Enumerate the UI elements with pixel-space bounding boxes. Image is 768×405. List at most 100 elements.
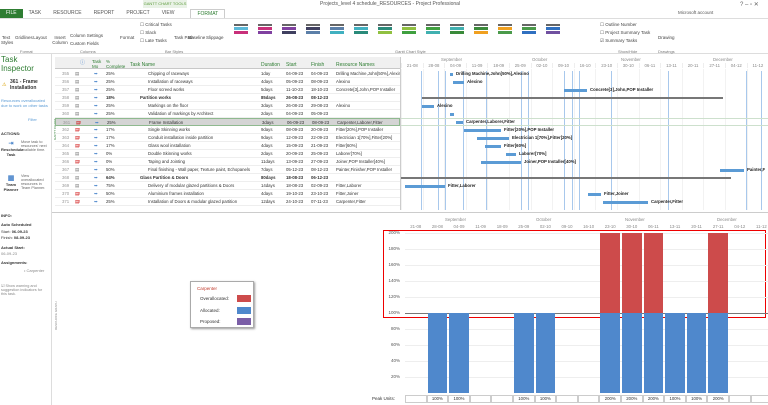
gantt-style-swatch[interactable]: [496, 23, 514, 43]
dependency-link: [421, 71, 422, 210]
tab-project[interactable]: PROJECT: [120, 9, 155, 18]
tab-format[interactable]: FORMAT: [190, 9, 226, 18]
assignment-item[interactable]: • Carpenter: [24, 268, 44, 273]
task-bar[interactable]: [506, 153, 516, 156]
resource-names: Drilling Machine,John[50%],Alexino: [336, 71, 400, 76]
show-warning-checkbox[interactable]: ☑ Show warning and suggestion indicators…: [1, 283, 47, 296]
gantt-style-swatch[interactable]: [328, 23, 346, 43]
table-row[interactable]: 361 25% Frame Installation 3days 06-09-23 08-…: [55, 118, 400, 126]
late-tasks-checkbox[interactable]: ☐ Late Tasks: [140, 38, 167, 44]
task-bar[interactable]: [485, 145, 501, 148]
header-duration[interactable]: Duration: [261, 62, 280, 68]
task-indicator-icon: ▤!: [75, 127, 81, 132]
table-row[interactable]: 360 25% Validation of markings by Architec…: [55, 110, 400, 118]
team-planner-button[interactable]: ▦ Team Planner: [1, 174, 21, 192]
peak-units-cell: 100%: [664, 395, 686, 403]
task-bar[interactable]: [720, 169, 744, 172]
column-settings-button[interactable]: Column Settings: [70, 33, 103, 38]
tab-file[interactable]: FILE: [0, 9, 23, 18]
task-bar[interactable]: [481, 161, 521, 164]
slack-checkbox[interactable]: ☐ Slack: [140, 30, 156, 36]
gridlines-button[interactable]: Gridlines: [15, 35, 33, 40]
header-finish[interactable]: Finish: [311, 62, 324, 68]
table-row[interactable]: 362 17% Single Skinning works 9days 08-09-23…: [55, 126, 400, 134]
slippage-button[interactable]: Slippage: [206, 35, 224, 40]
layout-button[interactable]: Layout: [33, 35, 47, 40]
table-row[interactable]: 359 25% Markings on the floor 3days 26-08-23…: [55, 102, 400, 110]
peak-units-cell: [729, 395, 751, 403]
custom-fields-button[interactable]: Custom Fields: [70, 41, 99, 46]
gantt-style-swatch[interactable]: [424, 23, 442, 43]
task-bar[interactable]: [422, 105, 434, 108]
table-row[interactable]: 355 25% Chipping of raceways 1day 04-09-23 04…: [55, 70, 400, 78]
gantt-style-swatch[interactable]: [232, 23, 250, 43]
task-bar[interactable]: [564, 89, 587, 92]
window-controls[interactable]: ? – ▫ ✕: [740, 1, 759, 8]
table-row[interactable]: 368 64% Glass Partition & Doors 80days 18-08…: [55, 174, 400, 182]
summary-tasks-checkbox[interactable]: ☑ Summary Tasks: [600, 38, 637, 44]
task-bar[interactable]: [477, 137, 509, 140]
gantt-style-swatch[interactable]: [280, 23, 298, 43]
header-task-name[interactable]: Task Name: [130, 62, 155, 68]
timescale-week: 28-08: [422, 63, 445, 68]
table-row[interactable]: 357 25% Floor screed works 5days 11-10-23 18-…: [55, 86, 400, 94]
tab-view[interactable]: VIEW: [156, 9, 181, 18]
tab-report[interactable]: REPORT: [88, 9, 121, 18]
outline-number-checkbox[interactable]: ☐ Outline Number: [600, 22, 637, 28]
week-gridline: [509, 69, 510, 210]
gantt-chart[interactable]: September October November December 21-08 28-…: [400, 57, 768, 210]
task-bar[interactable]: [464, 129, 501, 132]
text-styles-button[interactable]: Text Styles: [1, 35, 13, 45]
dependency-link: [438, 71, 439, 210]
tab-task[interactable]: TASK: [23, 9, 48, 18]
drawing-button[interactable]: Drawing: [658, 35, 675, 40]
task-bar[interactable]: [456, 121, 463, 124]
gantt-style-swatch[interactable]: [448, 23, 466, 43]
header-task-mode[interactable]: Task Mo: [92, 59, 106, 69]
table-row[interactable]: 364 17% Glass wool installation 4days 15-09-…: [55, 142, 400, 150]
insert-column-button[interactable]: Insert Column: [52, 35, 68, 45]
table-row[interactable]: 358 18% Partition works 85days 26-08-23 08-12…: [55, 94, 400, 102]
gantt-style-swatch[interactable]: [256, 23, 274, 43]
peak-units-cell: 100%: [534, 395, 557, 403]
gantt-style-swatch[interactable]: [352, 23, 370, 43]
table-row[interactable]: 371 25% Installation of Doors & modular gl…: [55, 198, 400, 206]
task-bar[interactable]: [588, 193, 601, 196]
filter-link[interactable]: Filter: [28, 117, 37, 122]
graph-timescale-week: 11-12: [756, 224, 767, 229]
dependency-link: [572, 71, 573, 210]
table-row[interactable]: 366 0% Taping and Jointing 11days 13-09-23 27…: [55, 158, 400, 166]
table-row[interactable]: 367 50% Final finishing - Wall paper, Text…: [55, 166, 400, 174]
y-tick-label: 140%: [388, 278, 400, 283]
table-row[interactable]: 370 50% Aluminium frames installation 4days…: [55, 190, 400, 198]
summary-bar[interactable]: [422, 97, 723, 99]
table-row[interactable]: 365 0% Double Skinning works 2days 20-09-23 2…: [55, 150, 400, 158]
baseline-button[interactable]: Baseline: [188, 35, 205, 40]
task-bar[interactable]: [450, 113, 454, 116]
format-button[interactable]: Format: [120, 35, 134, 40]
gantt-style-swatch[interactable]: [472, 23, 490, 43]
tab-resource[interactable]: RESOURCE: [47, 9, 87, 18]
task-bar[interactable]: [603, 201, 648, 204]
percent-complete: 25%: [106, 87, 115, 92]
summary-bar[interactable]: [401, 177, 731, 179]
gantt-style-swatch[interactable]: [544, 23, 562, 43]
project-summary-task-checkbox[interactable]: ☐ Project Summary Task: [600, 30, 650, 36]
header-start[interactable]: Start: [286, 62, 297, 68]
gantt-style-swatch[interactable]: [520, 23, 538, 43]
gantt-style-swatch[interactable]: [376, 23, 394, 43]
table-row[interactable]: 356 25% Installation of raceways 4days 05-09…: [55, 78, 400, 86]
task-bar[interactable]: [453, 81, 464, 84]
table-row[interactable]: 363 17% Conduit installation inside partit…: [55, 134, 400, 142]
gantt-style-swatch[interactable]: [400, 23, 418, 43]
task-bar[interactable]: [405, 185, 445, 188]
reschedule-task-button[interactable]: ⇥ Reschedule Task: [1, 140, 23, 157]
task-bar[interactable]: [450, 73, 453, 76]
header-resource-names[interactable]: Resource Names: [336, 62, 375, 68]
gantt-style-swatch[interactable]: [304, 23, 322, 43]
header-complete[interactable]: % Complete: [106, 59, 128, 69]
peak-units-cell: 200%: [642, 395, 665, 403]
critical-tasks-checkbox[interactable]: ☐ Critical Tasks: [140, 22, 172, 28]
table-row[interactable]: 369 75% Delivery of modular glazed partiti…: [55, 182, 400, 190]
row-id: 360: [62, 111, 70, 116]
